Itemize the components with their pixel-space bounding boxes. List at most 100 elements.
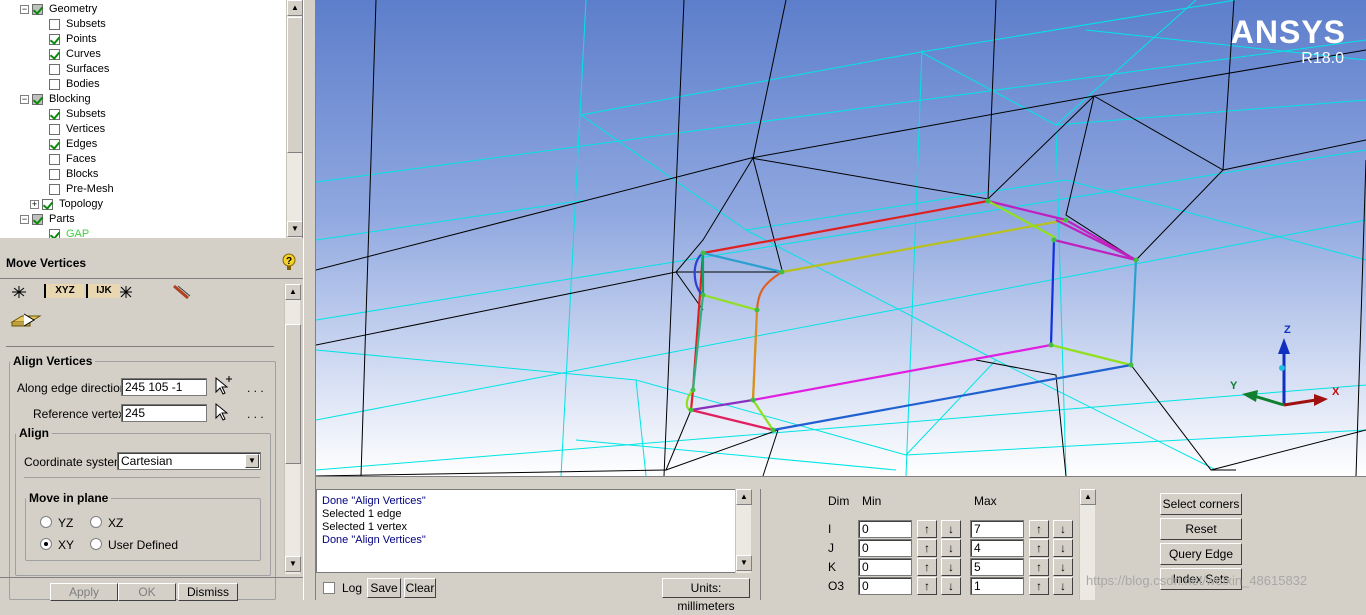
increment-min-icon[interactable]: ↑ bbox=[917, 539, 937, 557]
scroll-down-icon[interactable]: ▼ bbox=[285, 556, 301, 572]
help-icon[interactable]: ? bbox=[282, 253, 296, 271]
tree-item[interactable]: − Parts bbox=[20, 212, 75, 227]
tree-checkbox[interactable] bbox=[42, 199, 53, 210]
reset-button[interactable]: Reset bbox=[1160, 518, 1242, 540]
decrement-max-icon[interactable]: ↓ bbox=[1053, 558, 1073, 576]
radio-yz[interactable] bbox=[40, 516, 52, 528]
increment-max-icon[interactable]: ↑ bbox=[1029, 539, 1049, 557]
scroll-down-icon[interactable]: ▼ bbox=[287, 221, 302, 237]
radio-user-defined[interactable] bbox=[90, 538, 102, 550]
max-input[interactable]: 1 bbox=[970, 577, 1024, 595]
tree-item[interactable]: Surfaces bbox=[49, 62, 109, 77]
tree-checkbox[interactable] bbox=[49, 184, 60, 195]
message-scrollbar[interactable]: ▲ ▼ bbox=[735, 489, 752, 573]
scroll-up-icon[interactable]: ▲ bbox=[1080, 489, 1096, 505]
select-edge-icon[interactable] bbox=[212, 376, 234, 399]
tree-checkbox[interactable] bbox=[49, 64, 60, 75]
decrement-max-icon[interactable]: ↓ bbox=[1053, 577, 1073, 595]
tree-checkbox[interactable] bbox=[49, 124, 60, 135]
along-edge-input[interactable]: 245 105 -1 bbox=[121, 378, 207, 396]
vertex-star-icon[interactable] bbox=[120, 286, 132, 301]
radio-xy[interactable] bbox=[40, 538, 52, 550]
query-edge-button[interactable]: Query Edge bbox=[1160, 543, 1242, 565]
dismiss-button[interactable]: Dismiss bbox=[178, 583, 238, 601]
tree-item[interactable]: Vertices bbox=[49, 122, 105, 137]
scroll-thumb[interactable] bbox=[287, 17, 302, 153]
tree-checkbox[interactable] bbox=[49, 109, 60, 120]
tree-item[interactable]: Bodies bbox=[49, 77, 100, 92]
min-input[interactable]: 0 bbox=[858, 539, 912, 557]
increment-max-icon[interactable]: ↑ bbox=[1029, 520, 1049, 538]
coordinate-system-select[interactable]: Cartesian ▼ bbox=[117, 452, 261, 470]
tree-item[interactable]: Blocks bbox=[49, 167, 98, 182]
decrement-min-icon[interactable]: ↓ bbox=[941, 520, 961, 538]
tree-item[interactable]: Points bbox=[49, 32, 97, 47]
edge-tool-icon[interactable] bbox=[172, 284, 192, 303]
max-input[interactable]: 7 bbox=[970, 520, 1024, 538]
tree-item[interactable]: Subsets bbox=[49, 107, 106, 122]
decrement-min-icon[interactable]: ↓ bbox=[941, 558, 961, 576]
tree-checkbox[interactable] bbox=[32, 214, 43, 225]
ok-button[interactable]: OK bbox=[118, 583, 176, 601]
tree-scrollbar[interactable]: ▲ ▼ bbox=[286, 0, 302, 238]
xyz-tool-button[interactable]: XYZ bbox=[44, 284, 84, 298]
scroll-up-icon[interactable]: ▲ bbox=[287, 0, 302, 16]
increment-max-icon[interactable]: ↑ bbox=[1029, 577, 1049, 595]
tree-item[interactable]: Pre-Mesh bbox=[49, 182, 114, 197]
select-corners-button[interactable]: Select corners bbox=[1160, 493, 1242, 515]
scroll-up-icon[interactable]: ▲ bbox=[736, 489, 752, 505]
tree-checkbox[interactable] bbox=[49, 169, 60, 180]
scroll-thumb[interactable] bbox=[285, 324, 301, 464]
tree-checkbox[interactable] bbox=[49, 79, 60, 90]
decrement-max-icon[interactable]: ↓ bbox=[1053, 539, 1073, 557]
increment-min-icon[interactable]: ↑ bbox=[917, 520, 937, 538]
tree-item[interactable]: − Blocking bbox=[20, 92, 91, 107]
reference-vertex-dots[interactable]: . . . bbox=[247, 407, 264, 421]
tree-checkbox[interactable] bbox=[49, 154, 60, 165]
tree-checkbox[interactable] bbox=[32, 4, 43, 15]
tree-item[interactable]: Faces bbox=[49, 152, 96, 167]
panel-scrollbar[interactable]: ▲ ▼ bbox=[284, 284, 301, 574]
units-button[interactable]: Units: millimeters bbox=[662, 578, 750, 613]
collapse-icon[interactable]: − bbox=[20, 95, 29, 104]
splitter[interactable] bbox=[303, 0, 316, 600]
decrement-min-icon[interactable]: ↓ bbox=[941, 577, 961, 595]
tree-checkbox[interactable] bbox=[49, 139, 60, 150]
ijk-tool-button[interactable]: IJK bbox=[86, 284, 120, 298]
min-input[interactable]: 0 bbox=[858, 577, 912, 595]
max-input[interactable]: 5 bbox=[970, 558, 1024, 576]
scroll-up-icon[interactable]: ▲ bbox=[285, 284, 301, 300]
max-input[interactable]: 4 bbox=[970, 539, 1024, 557]
select-vertex-icon[interactable] bbox=[10, 286, 28, 301]
min-input[interactable]: 0 bbox=[858, 520, 912, 538]
tree-item[interactable]: Edges bbox=[49, 137, 97, 152]
select-vertex-pointer-icon[interactable] bbox=[212, 402, 234, 425]
tree-item[interactable]: GAP bbox=[49, 227, 89, 238]
tree-checkbox[interactable] bbox=[49, 34, 60, 45]
tree-item[interactable]: Subsets bbox=[49, 17, 106, 32]
decrement-max-icon[interactable]: ↓ bbox=[1053, 520, 1073, 538]
move-vertex-icon[interactable] bbox=[10, 306, 42, 333]
min-input[interactable]: 0 bbox=[858, 558, 912, 576]
save-button[interactable]: Save bbox=[367, 578, 401, 598]
log-checkbox[interactable] bbox=[323, 582, 335, 594]
tree-checkbox[interactable] bbox=[32, 94, 43, 105]
scroll-down-icon[interactable]: ▼ bbox=[736, 555, 752, 571]
collapse-icon[interactable]: − bbox=[20, 5, 29, 14]
expand-icon[interactable]: + bbox=[30, 200, 39, 209]
clear-button[interactable]: Clear bbox=[404, 578, 436, 598]
increment-max-icon[interactable]: ↑ bbox=[1029, 558, 1049, 576]
tree-checkbox[interactable] bbox=[49, 229, 60, 238]
chevron-down-icon[interactable]: ▼ bbox=[245, 454, 259, 468]
apply-button[interactable]: Apply bbox=[50, 583, 118, 601]
increment-min-icon[interactable]: ↑ bbox=[917, 577, 937, 595]
tree-checkbox[interactable] bbox=[49, 49, 60, 60]
tree-item[interactable]: − Geometry bbox=[20, 2, 97, 17]
decrement-min-icon[interactable]: ↓ bbox=[941, 539, 961, 557]
along-edge-dots[interactable]: . . . bbox=[247, 381, 264, 395]
increment-min-icon[interactable]: ↑ bbox=[917, 558, 937, 576]
mesh-canvas[interactable] bbox=[316, 0, 1366, 476]
radio-xz[interactable] bbox=[90, 516, 102, 528]
collapse-icon[interactable]: − bbox=[20, 215, 29, 224]
graphics-viewport[interactable]: ANSYS R18.0 Z X Y bbox=[316, 0, 1366, 476]
